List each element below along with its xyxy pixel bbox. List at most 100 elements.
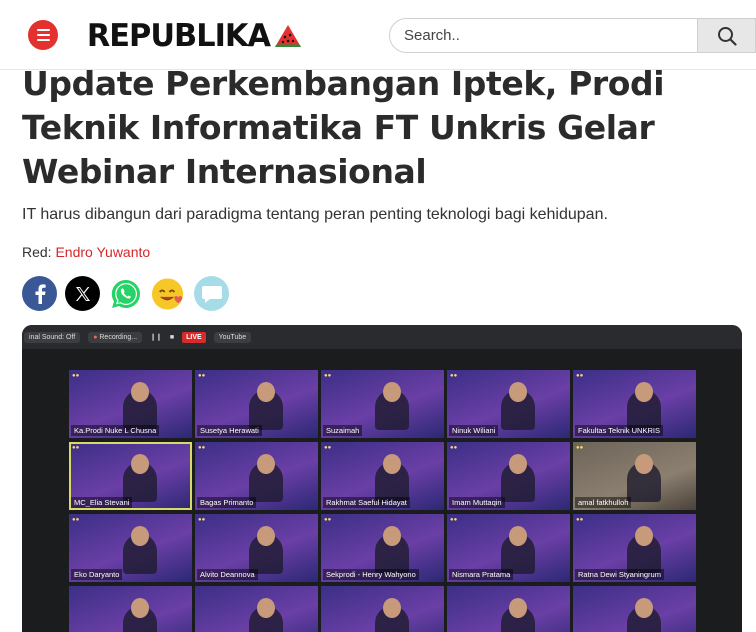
- pause-icon: ❙❙: [150, 334, 162, 341]
- article-photo[interactable]: inal Sound: Off ● Recording... ❙❙ ■ LIVE…: [22, 325, 742, 632]
- record-dot-icon: ●: [93, 333, 98, 341]
- participant-head: [257, 454, 276, 474]
- site-logo[interactable]: REPUBLIKA: [85, 16, 302, 56]
- participant-name: Ka.Prodi Nuke L Chusna: [71, 425, 160, 436]
- participant-head: [509, 382, 528, 402]
- search-button[interactable]: [697, 18, 756, 53]
- webinar-logo-icon: ●●: [450, 373, 458, 379]
- participant-name: Nismara Pratama: [449, 569, 514, 580]
- logo-text: REPUBLIKA: [86, 18, 271, 54]
- participant-head: [509, 526, 528, 546]
- youtube-label: YouTube: [213, 331, 252, 343]
- participant-name: MC_Elia Stevani: [71, 497, 133, 508]
- webinar-logo-icon: ●●: [198, 517, 206, 523]
- participant-name: Suzaimah: [323, 425, 363, 436]
- participant-tile: [195, 586, 318, 632]
- webinar-logo-icon: ●●: [576, 517, 584, 523]
- participant-name: Ninuk Wiliani: [449, 425, 499, 436]
- participant-head: [635, 598, 654, 618]
- webinar-logo-icon: ●●: [324, 445, 332, 451]
- participant-tile: ●● Imam Muttaqin: [447, 442, 570, 510]
- participant-name: Imam Muttaqin: [449, 497, 505, 508]
- hamburger-menu-button[interactable]: [28, 20, 58, 50]
- menu-line-icon: [36, 39, 50, 41]
- webinar-logo-icon: ●●: [324, 517, 332, 523]
- share-buttons: [22, 276, 229, 311]
- emoji-reaction-button[interactable]: [151, 276, 186, 311]
- participant-tile: ●● Sekprodi - Henry Wahyono: [321, 514, 444, 582]
- participant-tile: ●● Rakhmat Saeful Hidayat: [321, 442, 444, 510]
- webinar-logo-icon: ●●: [198, 373, 206, 379]
- audio-status: inal Sound: Off: [24, 331, 81, 343]
- participant-tile: ●● Bagas Primanto: [195, 442, 318, 510]
- participant-name: Rakhmat Saeful Hidayat: [323, 497, 410, 508]
- participant-head: [635, 454, 654, 474]
- emoji-icon: [151, 277, 184, 310]
- article-editor: Red: Endro Yuwanto: [22, 244, 150, 260]
- participant-tile: ●● Nismara Pratama: [447, 514, 570, 582]
- participant-tile: ●● Ratna Dewi Styaningrum: [573, 514, 696, 582]
- participant-head: [383, 454, 402, 474]
- participant-tile: ●● Eko Daryanto: [69, 514, 192, 582]
- search-input[interactable]: [390, 19, 690, 52]
- participant-head: [257, 526, 276, 546]
- webinar-logo-icon: ●●: [450, 445, 458, 451]
- participant-head: [257, 598, 276, 618]
- whatsapp-icon: [111, 279, 140, 308]
- facebook-icon: [35, 283, 46, 304]
- webinar-logo-icon: ●●: [450, 517, 458, 523]
- zoom-toolbar: inal Sound: Off ● Recording... ❙❙ ■ LIVE…: [22, 325, 742, 349]
- participant-name: Alvito Deannova: [197, 569, 258, 580]
- site-header: REPUBLIKA: [0, 0, 756, 70]
- participant-tile: [321, 586, 444, 632]
- participant-tile: ●● Fakultas Teknik UNKRIS: [573, 370, 696, 438]
- participant-head: [635, 526, 654, 546]
- participant-head: [131, 454, 150, 474]
- participant-name: Bagas Primanto: [197, 497, 257, 508]
- facebook-share-button[interactable]: [22, 276, 57, 311]
- webinar-logo-icon: ●●: [72, 445, 80, 451]
- participant-name: Eko Daryanto: [71, 569, 123, 580]
- watermelon-icon: [274, 25, 301, 47]
- recording-status: ● Recording...: [88, 331, 143, 343]
- participant-tile: ●● Susetya Herawati: [195, 370, 318, 438]
- participant-tile: [573, 586, 696, 632]
- participant-head: [131, 598, 150, 618]
- comment-button[interactable]: [194, 276, 229, 311]
- participant-head: [635, 382, 654, 402]
- comment-icon: [201, 285, 222, 303]
- webinar-logo-icon: ●●: [576, 445, 584, 451]
- x-icon: [75, 286, 90, 301]
- participant-tile: [69, 586, 192, 632]
- participant-tile: ●● Suzaimah: [321, 370, 444, 438]
- participant-name: Fakultas Teknik UNKRIS: [575, 425, 663, 436]
- x-share-button[interactable]: [65, 276, 100, 311]
- participant-tile: [447, 586, 570, 632]
- webinar-logo-icon: ●●: [198, 445, 206, 451]
- participant-head: [509, 454, 528, 474]
- menu-line-icon: [36, 34, 50, 36]
- webinar-logo-icon: ●●: [576, 373, 584, 379]
- participant-tile: ●● MC_Elia Stevani: [69, 442, 192, 510]
- webinar-logo-icon: ●●: [72, 517, 80, 523]
- recording-label: Recording...: [99, 333, 138, 341]
- participant-tile: ●● Ninuk Wiliani: [447, 370, 570, 438]
- participant-name: Sekprodi - Henry Wahyono: [323, 569, 419, 580]
- whatsapp-share-button[interactable]: [108, 276, 143, 311]
- webinar-logo-icon: ●●: [324, 373, 332, 379]
- participant-tile: ●● Alvito Deannova: [195, 514, 318, 582]
- editor-label: Red:: [22, 244, 52, 260]
- participant-name: amal fatkhulloh: [575, 497, 632, 508]
- participant-tile: ●● amal fatkhulloh: [573, 442, 696, 510]
- article-title: Update Perkembangan Iptek, Prodi Teknik …: [22, 64, 665, 191]
- editor-name-link[interactable]: Endro Yuwanto: [55, 244, 150, 260]
- participant-head: [509, 598, 528, 618]
- participant-head: [383, 382, 402, 402]
- participant-tile: ●● Ka.Prodi Nuke L Chusna: [69, 370, 192, 438]
- stop-icon: ■: [169, 333, 175, 341]
- webinar-logo-icon: ●●: [72, 373, 80, 379]
- participant-name: Ratna Dewi Styaningrum: [575, 569, 664, 580]
- search-icon: [717, 26, 737, 46]
- participant-head: [131, 382, 150, 402]
- participant-grid: ●● Ka.Prodi Nuke L Chusna ●● Susetya Herawa…: [69, 370, 696, 632]
